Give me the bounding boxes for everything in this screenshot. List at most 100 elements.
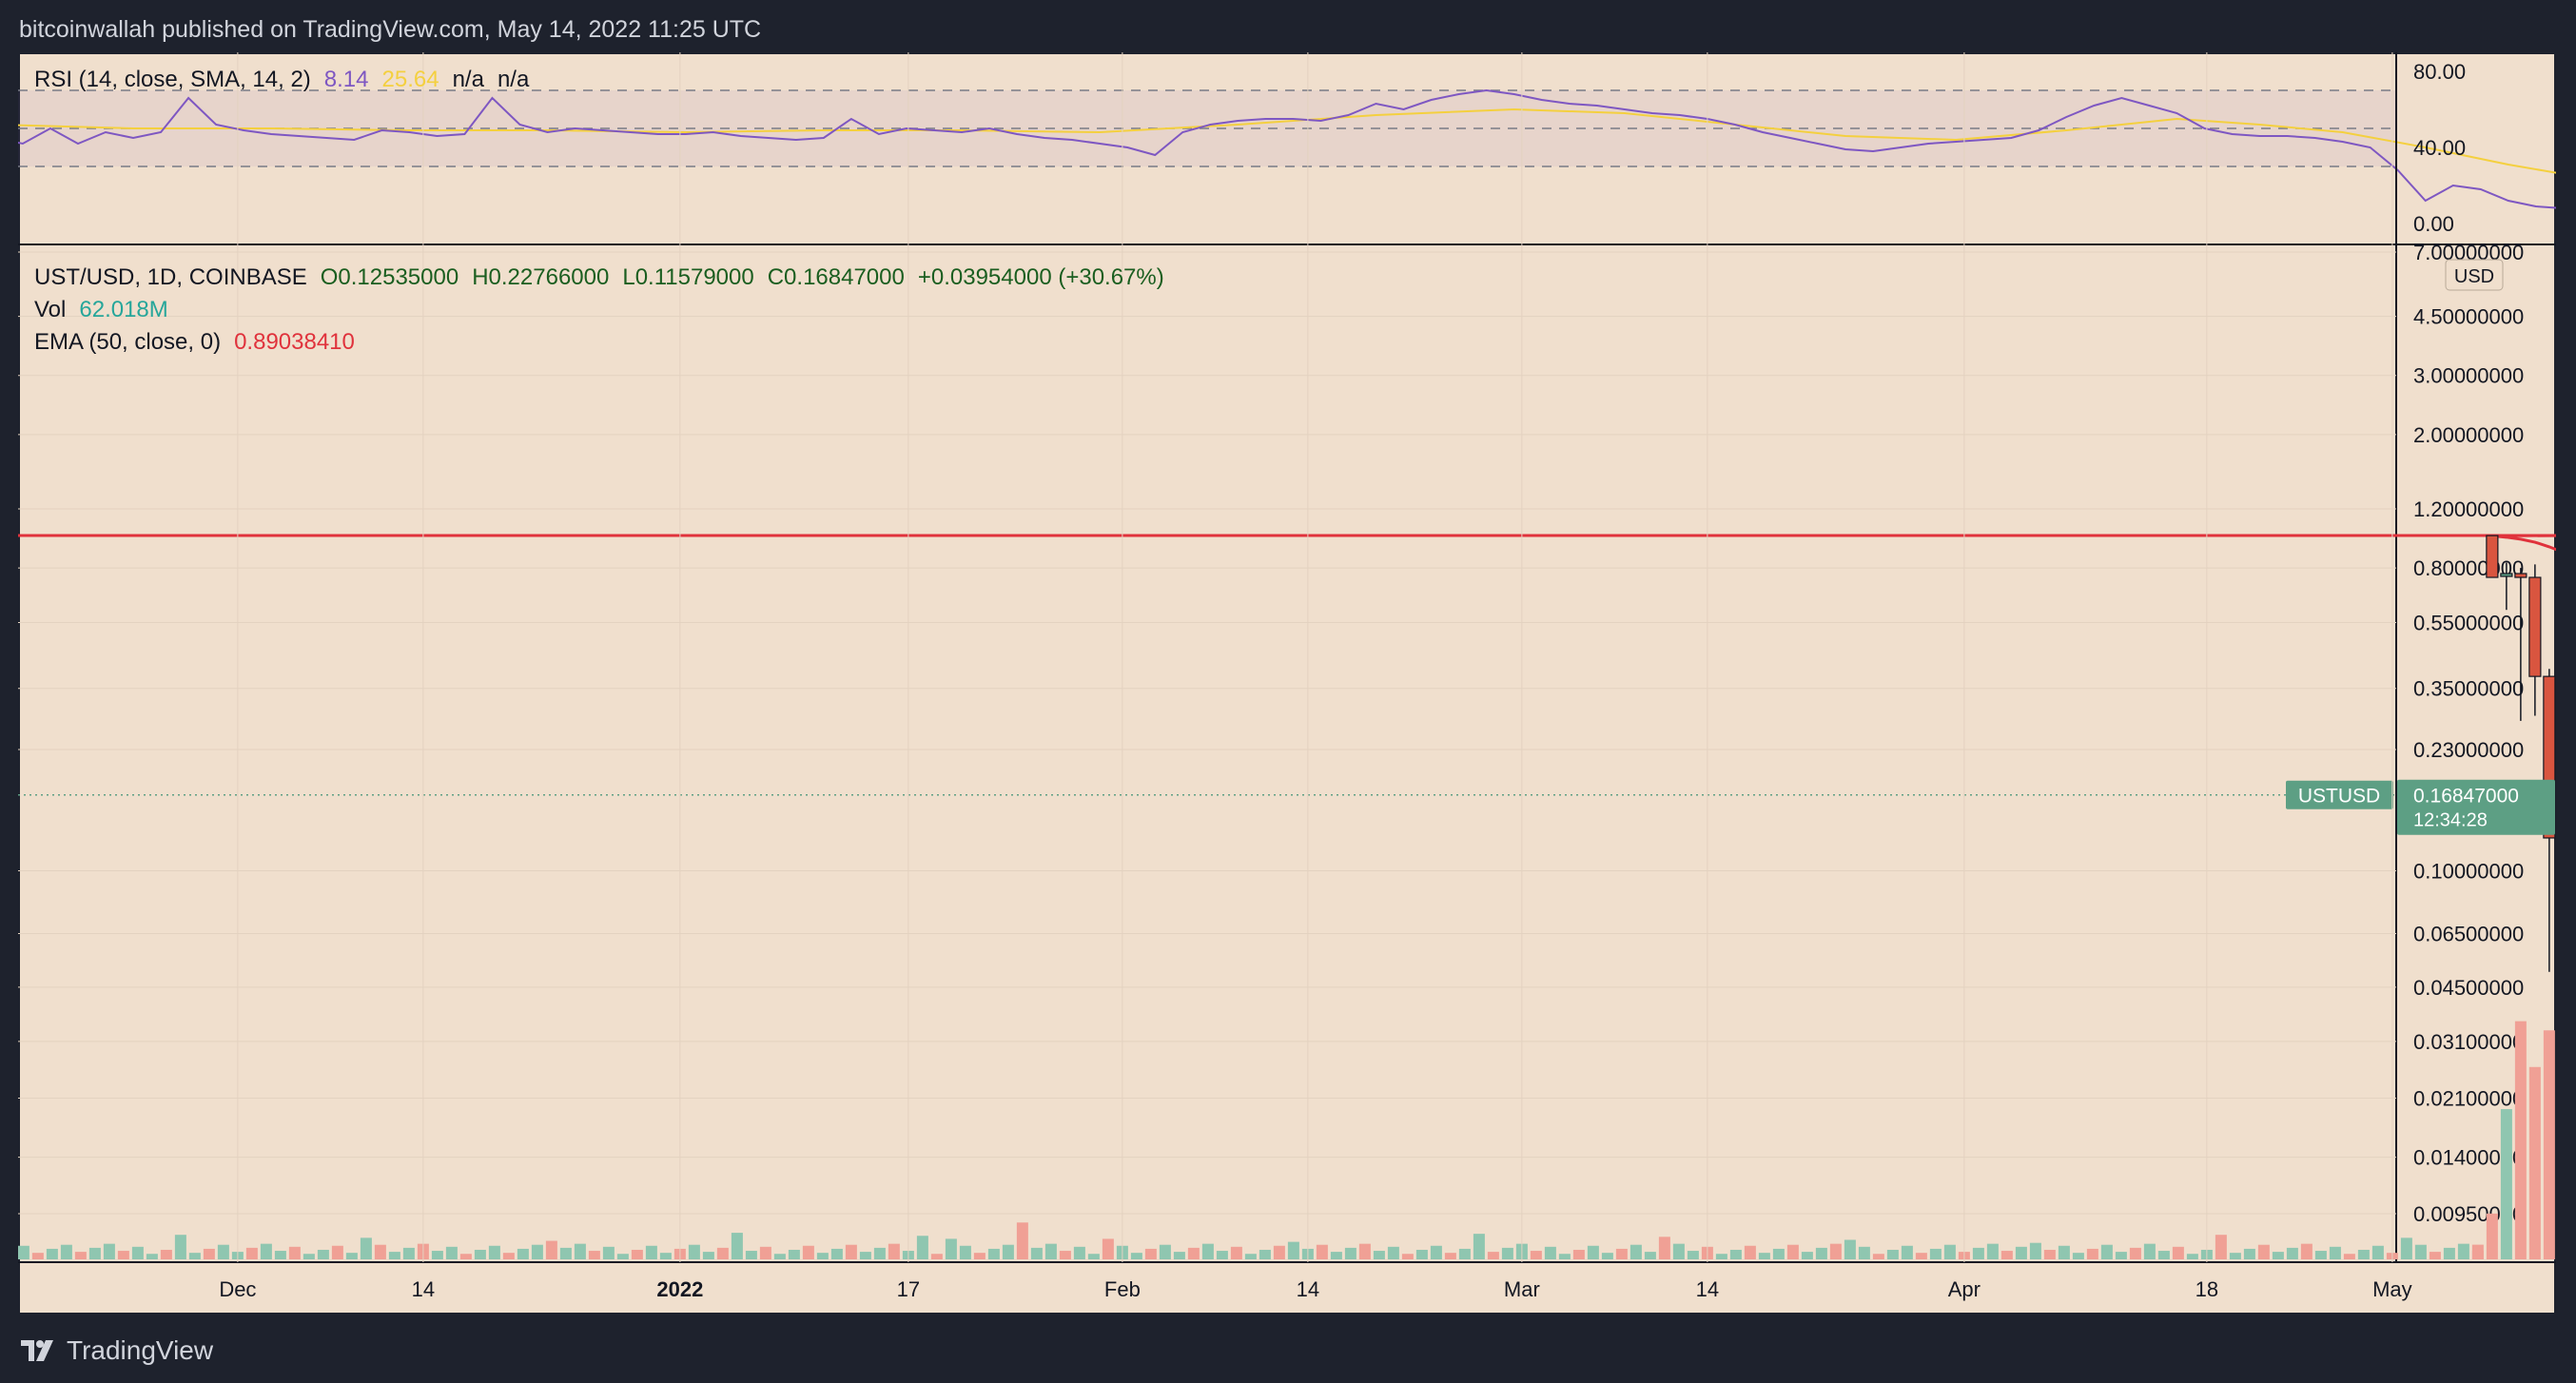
volume-bar	[1173, 1252, 1185, 1259]
volume-bar	[1943, 1244, 1956, 1259]
volume-bar	[745, 1251, 757, 1259]
price-y-tick-label: 0.23000000	[2413, 738, 2524, 762]
volume-bar	[2086, 1248, 2098, 1259]
volume-bar	[1630, 1244, 1642, 1259]
change-value: +0.03954000 (+30.67%)	[917, 264, 1164, 290]
main-pane: 7.00000000 4.50000000 3.00000000 2.00000000…	[18, 241, 2556, 1226]
volume-bar	[1572, 1249, 1585, 1259]
volume-bar	[716, 1247, 729, 1259]
volume-bar	[1901, 1245, 1913, 1259]
volume-bar	[2043, 1249, 2056, 1259]
volume-bar	[331, 1245, 343, 1259]
volume-bar	[188, 1253, 201, 1259]
volume-bar	[1358, 1243, 1371, 1259]
volume-bar	[1929, 1248, 1942, 1259]
volume-bar	[1273, 1245, 1285, 1259]
volume-bar	[2300, 1243, 2313, 1259]
volume-bar	[374, 1244, 386, 1259]
volume-bar	[1030, 1247, 1043, 1259]
volume-bar	[2243, 1248, 2255, 1259]
volume-bar	[1201, 1243, 1214, 1259]
volume-bar	[1187, 1247, 1200, 1259]
volume-bar	[959, 1245, 971, 1259]
price-y-tick-label: 0.04500000	[2413, 976, 2524, 1000]
volume-bar	[1786, 1244, 1799, 1259]
chart-canvas[interactable]: 80.00 40.00 0.00 7.00000000 4.50000000 3.000…	[18, 52, 2556, 1315]
axes: Dec14202217Feb14Mar14Apr18May16Jun14	[219, 52, 2412, 1301]
volume-bar	[802, 1245, 814, 1259]
volume-bar	[2329, 1246, 2341, 1259]
volume-bar	[631, 1249, 643, 1259]
volume-bar	[2143, 1243, 2156, 1259]
price-y-tick-label: 0.02100000	[2413, 1087, 2524, 1111]
volume-bar	[1415, 1249, 1428, 1259]
volume-bar	[103, 1243, 115, 1259]
volume-bar	[2500, 1109, 2512, 1259]
volume-bar	[2072, 1253, 2084, 1259]
volume-bar	[74, 1252, 87, 1259]
volume-bar	[88, 1247, 101, 1259]
volume-bar	[274, 1251, 286, 1259]
volume-bar	[1002, 1244, 1014, 1259]
volume-bar	[1216, 1251, 1228, 1259]
volume-bar	[2172, 1246, 2184, 1259]
volume-bar	[1159, 1244, 1171, 1259]
volume-legend: Vol 62.018M	[34, 297, 182, 323]
volume-bar	[146, 1254, 158, 1259]
rsi-y-tick-label: 40.00	[2413, 136, 2466, 160]
tradingview-footer[interactable]: TradingView	[21, 1328, 213, 1373]
volume-bar	[616, 1254, 629, 1259]
volume-bar	[1715, 1254, 1727, 1259]
volume-bar	[602, 1246, 615, 1259]
volume-bar	[2229, 1253, 2241, 1259]
volume-bar	[2528, 1066, 2541, 1259]
rsi-legend: RSI (14, close, SMA, 14, 2) 8.14 25.64 n/a n…	[34, 67, 542, 93]
volume-bar	[174, 1235, 186, 1259]
volume-bar	[1986, 1243, 1999, 1259]
volume-bar	[1672, 1243, 1685, 1259]
volume-bar	[260, 1243, 272, 1259]
volume-bar	[1430, 1245, 1442, 1259]
volume-bar	[2115, 1252, 2127, 1259]
volume-bar	[545, 1240, 557, 1259]
volume-bar	[1401, 1254, 1414, 1259]
volume-bar	[945, 1238, 957, 1259]
currency-label: USD	[2454, 266, 2494, 287]
volume-bar	[60, 1244, 72, 1259]
volume-bar	[131, 1246, 144, 1259]
publisher-header: bitcoinwallah published on TradingView.c…	[19, 16, 762, 43]
volume-bar	[2272, 1252, 2284, 1259]
volume-bar	[1102, 1238, 1114, 1259]
volume-bar	[2314, 1251, 2327, 1259]
volume-bar	[2000, 1251, 2013, 1259]
volume-bar	[1758, 1253, 1770, 1259]
x-tick-label: 18	[2195, 1277, 2218, 1301]
open-value: O0.12535000	[320, 264, 459, 290]
volume-bar	[345, 1253, 358, 1259]
volume-bar	[1244, 1254, 1257, 1259]
candle-body	[2514, 573, 2527, 578]
volume-bar	[816, 1253, 829, 1259]
volume-bar	[517, 1248, 529, 1259]
volume-bar	[2286, 1247, 2298, 1259]
volume-bar	[2429, 1252, 2441, 1259]
volume-bar	[1601, 1253, 1613, 1259]
volume-bar	[2457, 1243, 2469, 1259]
volume-bar	[117, 1251, 129, 1259]
volume-bar	[1829, 1243, 1842, 1259]
symbol-label[interactable]: UST/USD, 1D, COINBASE	[34, 264, 307, 290]
volume-bar	[217, 1244, 229, 1259]
volume-bar	[1344, 1247, 1356, 1259]
volume-bar	[1615, 1248, 1628, 1259]
volume-bar	[1330, 1252, 1342, 1259]
volume-bar	[1501, 1247, 1513, 1259]
volume-bar	[488, 1245, 500, 1259]
volume-bar	[2129, 1247, 2141, 1259]
volume-bar	[2186, 1254, 2198, 1259]
rsi-legend-na-2: n/a	[497, 67, 530, 92]
price-y-tick-label: 0.03100000	[2413, 1030, 2524, 1054]
volume-bar	[46, 1248, 58, 1259]
rsi-legend-name: RSI (14, close, SMA, 14, 2)	[34, 67, 311, 92]
price-y-tick-label: 4.50000000	[2413, 305, 2524, 329]
rsi-sma-legend-value: 25.64	[381, 67, 439, 92]
